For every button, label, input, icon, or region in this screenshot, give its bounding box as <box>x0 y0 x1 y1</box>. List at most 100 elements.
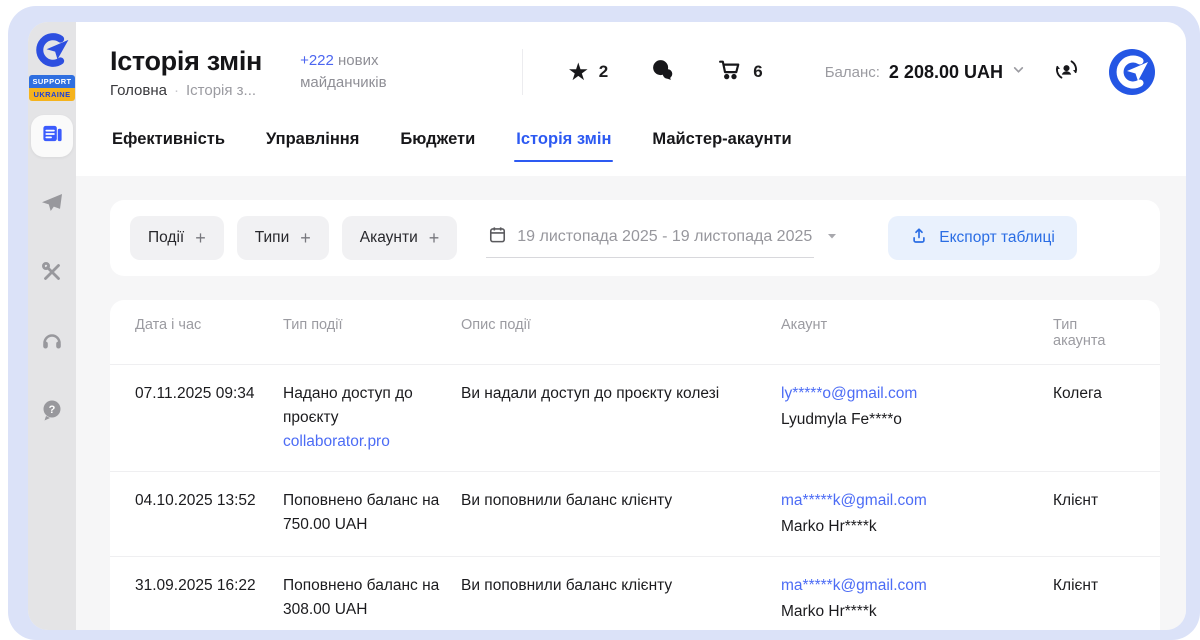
main-area: Історія змін Головна · Історія з... +222… <box>76 22 1186 630</box>
date-range-value: 19 листопада 2025 - 19 листопада 2025 <box>517 228 812 246</box>
title-block: Історія змін Головна · Історія з... <box>110 46 262 99</box>
account-email-link[interactable]: ly*****o@gmail.com <box>781 385 917 402</box>
balance-value: 2 208.00 UAH <box>889 62 1003 83</box>
filter-types-label: Типи <box>255 229 290 247</box>
breadcrumb: Головна · Історія з... <box>110 82 262 99</box>
event-type-text: Надано доступ до проєкту <box>283 385 413 426</box>
cart-icon <box>717 57 742 87</box>
chat-button[interactable] <box>650 57 675 87</box>
column-header-description: Опис події <box>461 317 781 349</box>
svg-text:?: ? <box>49 404 56 416</box>
headphones-icon <box>40 329 64 358</box>
cell-account: ma*****k@gmail.com Marko Hr****k <box>781 489 1053 539</box>
event-type-text: Поповнено баланс на 750.00 UAH <box>283 492 439 533</box>
cell-account-type: Клієнт <box>1053 489 1140 513</box>
table-row: 04.10.2025 13:52 Поповнено баланс на 750… <box>110 471 1160 556</box>
support-label: SUPPORT <box>29 75 75 88</box>
account-email-link[interactable]: ma*****k@gmail.com <box>781 577 927 594</box>
avatar[interactable] <box>1108 48 1156 96</box>
table-row: 07.11.2025 09:34 Надано доступ до проєкт… <box>110 364 1160 471</box>
table-header-row: Дата і час Тип події Опис події Акаунт Т… <box>110 300 1160 364</box>
support-ukraine-badge: SUPPORT UKRAINE <box>29 75 75 101</box>
filter-events-label: Події <box>148 229 184 247</box>
star-icon: ★ <box>569 62 588 83</box>
cell-description: Ви надали доступ до проєкту колезі <box>461 382 781 406</box>
cell-datetime: 07.11.2025 09:34 <box>135 382 283 406</box>
column-header-datetime: Дата і час <box>135 317 283 349</box>
news-icon <box>41 122 64 150</box>
switch-account-button[interactable] <box>1053 56 1080 88</box>
column-header-account-type: Тип акаунта <box>1053 317 1140 349</box>
sidebar-item-news[interactable] <box>31 115 73 157</box>
cell-datetime: 31.09.2025 16:22 <box>135 574 283 598</box>
event-type-link[interactable]: collaborator.pro <box>283 433 390 450</box>
breadcrumb-separator: · <box>174 82 179 99</box>
balance-label: Баланс: <box>825 64 880 81</box>
collaborator-logo[interactable]: SUPPORT UKRAINE <box>29 32 75 101</box>
export-table-label: Експорт таблиці <box>939 229 1055 247</box>
table-row: 31.09.2025 16:22 Поповнено баланс на 308… <box>110 556 1160 630</box>
cell-account-type: Колега <box>1053 382 1140 406</box>
new-platforms-count: +222 <box>300 52 334 69</box>
balance-dropdown[interactable]: Баланс: 2 208.00 UAH <box>825 62 1025 83</box>
ukraine-label: UKRAINE <box>29 88 75 101</box>
sidebar-item-support[interactable] <box>31 322 73 364</box>
plus-icon: + <box>300 228 311 249</box>
filter-bar: Події + Типи + Акаунти + <box>110 200 1160 276</box>
chevron-down-icon <box>1012 63 1025 81</box>
cell-description: Ви поповнили баланс клієнту <box>461 574 781 598</box>
filter-events-button[interactable]: Події + <box>130 216 224 260</box>
cell-account: ly*****o@gmail.com Lyudmyla Fe****o <box>781 382 1053 432</box>
topbar: Історія змін Головна · Історія з... +222… <box>76 22 1186 122</box>
date-range-picker[interactable]: 19 листопада 2025 - 19 листопада 2025 <box>486 219 814 258</box>
export-icon <box>910 227 928 250</box>
breadcrumb-home[interactable]: Головна <box>110 82 167 99</box>
plus-icon: + <box>429 228 440 249</box>
chat-icon <box>650 57 675 87</box>
app-window: SUPPORT UKRAINE <box>28 22 1186 630</box>
sidebar-item-help[interactable]: ? <box>31 391 73 433</box>
breadcrumb-current: Історія з... <box>186 82 256 99</box>
tab-bar: Ефективність Управління Бюджети Історія … <box>76 122 1186 176</box>
sidebar-item-telegram[interactable] <box>31 184 73 226</box>
tab-management[interactable]: Управління <box>264 124 361 176</box>
page-body: Події + Типи + Акаунти + <box>76 176 1186 630</box>
history-table: Дата і час Тип події Опис події Акаунт Т… <box>110 300 1160 630</box>
cell-event-type: Поповнено баланс на 750.00 UAH <box>283 489 461 537</box>
cell-account: ma*****k@gmail.com Marko Hr****k <box>781 574 1053 624</box>
cell-event-type: Поповнено баланс на 308.00 UAH <box>283 574 461 622</box>
favorites-button[interactable]: ★ 2 <box>569 62 608 83</box>
export-table-button[interactable]: Експорт таблиці <box>888 216 1077 260</box>
filter-types-button[interactable]: Типи + <box>237 216 329 260</box>
page-title: Історія змін <box>110 46 262 77</box>
cell-account-type: Клієнт <box>1053 574 1140 598</box>
tools-icon <box>40 260 64 289</box>
tab-efficiency[interactable]: Ефективність <box>110 124 227 176</box>
sidebar-item-tools[interactable] <box>31 253 73 295</box>
collaborator-logo-icon <box>33 32 71 73</box>
cell-description: Ви поповнили баланс клієнту <box>461 489 781 513</box>
account-name: Lyudmyla Fe****o <box>781 408 1035 432</box>
cell-datetime: 04.10.2025 13:52 <box>135 489 283 513</box>
switch-account-icon <box>1053 56 1080 88</box>
sidebar: SUPPORT UKRAINE <box>28 22 76 630</box>
tab-change-history[interactable]: Історія змін <box>514 124 613 176</box>
cell-event-type: Надано доступ до проєкту collaborator.pr… <box>283 382 461 454</box>
account-email-link[interactable]: ma*****k@gmail.com <box>781 492 927 509</box>
help-icon: ? <box>40 398 64 427</box>
column-header-event-type: Тип події <box>283 317 461 349</box>
account-name: Marko Hr****k <box>781 600 1035 624</box>
account-name: Marko Hr****k <box>781 515 1035 539</box>
calendar-icon <box>488 225 507 249</box>
tab-budgets[interactable]: Бюджети <box>398 124 477 176</box>
filter-accounts-button[interactable]: Акаунти + <box>342 216 458 260</box>
tab-master-accounts[interactable]: Майстер-акаунти <box>650 124 793 176</box>
topbar-divider <box>522 49 523 95</box>
cart-button[interactable]: 6 <box>717 57 762 87</box>
plus-icon: + <box>195 228 206 249</box>
column-header-account: Акаунт <box>781 317 1053 349</box>
new-platforms-note[interactable]: +222 нових майданчиків <box>300 50 420 94</box>
topbar-right: ★ 2 <box>522 48 1156 96</box>
event-type-text: Поповнено баланс на 308.00 UAH <box>283 577 439 618</box>
sidebar-nav: ? <box>31 115 73 460</box>
